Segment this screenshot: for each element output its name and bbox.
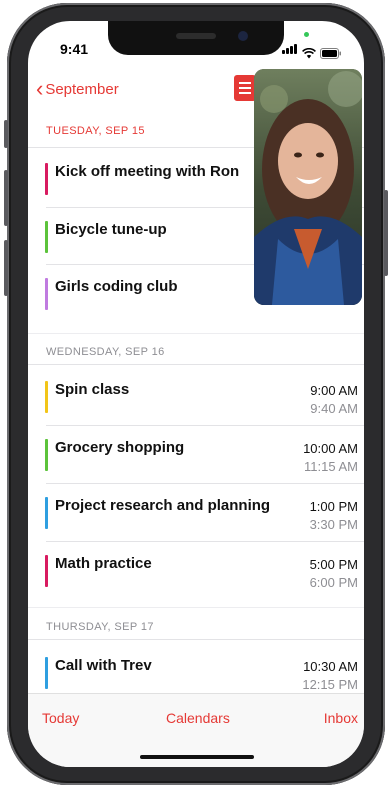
event-row[interactable]: Call with Trev 10:30 AM 12:15 PM <box>28 643 364 700</box>
chevron-left-icon: ‹ <box>36 76 44 101</box>
list-view-button[interactable] <box>234 75 256 101</box>
camera-in-use-indicator <box>304 32 309 37</box>
event-title: Project research and planning <box>55 497 271 514</box>
battery-icon <box>320 48 341 59</box>
back-label: September <box>45 80 119 98</box>
section-header-thursday: THURSDAY, SEP 17 <box>46 621 154 633</box>
event-color-bar <box>45 163 48 195</box>
event-title: Kick off meeting with Ron <box>55 163 240 180</box>
tab-today[interactable]: Today <box>42 710 79 726</box>
event-row[interactable]: Math practice 5:00 PM 6:00 PM <box>28 541 364 598</box>
event-end-time: 11:15 AM <box>304 459 358 474</box>
section-header-wednesday: WEDNESDAY, SEP 16 <box>46 346 165 358</box>
notch <box>108 21 284 55</box>
video-caller-image <box>254 69 362 305</box>
event-color-bar <box>45 278 48 310</box>
event-title: Girls coding club <box>55 278 178 295</box>
event-color-bar <box>45 497 48 529</box>
event-title: Spin class <box>55 381 130 398</box>
side-button <box>384 190 388 276</box>
event-row[interactable]: Project research and planning 1:00 PM 3:… <box>28 483 364 540</box>
event-end-time: 12:15 PM <box>302 677 358 692</box>
event-row[interactable]: Spin class 9:00 AM 9:40 AM <box>28 367 364 424</box>
back-button[interactable]: ‹ September <box>36 78 119 100</box>
status-time: 9:41 <box>60 41 89 57</box>
event-start-time: 10:00 AM <box>303 441 358 456</box>
section-divider <box>28 639 364 640</box>
event-title: Grocery shopping <box>55 439 185 456</box>
event-color-bar <box>45 221 48 253</box>
section-gap <box>28 333 364 334</box>
mute-switch <box>4 120 8 148</box>
screen: 9:41 ‹ September TUESDAY, SEP 15 Kick of… <box>28 21 364 767</box>
status-icons <box>282 41 342 59</box>
event-title: Call with Trev <box>55 657 152 674</box>
front-camera <box>238 31 248 41</box>
home-indicator[interactable] <box>140 755 254 759</box>
event-start-time: 9:00 AM <box>310 383 358 398</box>
section-divider <box>28 364 364 365</box>
speaker <box>176 33 216 39</box>
event-row[interactable]: Grocery shopping 10:00 AM 11:15 AM <box>28 425 364 482</box>
facetime-pip-video[interactable] <box>254 69 362 305</box>
volume-down-button <box>4 240 8 296</box>
event-color-bar <box>45 381 48 413</box>
tab-calendars[interactable]: Calendars <box>166 710 230 726</box>
event-end-time: 3:30 PM <box>309 517 358 532</box>
tab-inbox[interactable]: Inbox <box>324 710 358 726</box>
event-start-time: 1:00 PM <box>309 499 358 514</box>
event-title: Math practice <box>55 555 152 572</box>
event-start-time: 10:30 AM <box>303 659 358 674</box>
event-color-bar <box>45 555 48 587</box>
event-color-bar <box>45 657 48 689</box>
section-header-tuesday: TUESDAY, SEP 15 <box>46 125 145 137</box>
event-end-time: 9:40 AM <box>310 401 358 416</box>
event-end-time: 6:00 PM <box>309 575 358 590</box>
event-color-bar <box>45 439 48 471</box>
event-start-time: 5:00 PM <box>309 557 358 572</box>
wifi-icon <box>302 48 316 59</box>
cellular-signal-icon <box>282 41 298 59</box>
volume-up-button <box>4 170 8 226</box>
event-title: Bicycle tune-up <box>55 221 167 238</box>
section-gap <box>28 607 364 608</box>
